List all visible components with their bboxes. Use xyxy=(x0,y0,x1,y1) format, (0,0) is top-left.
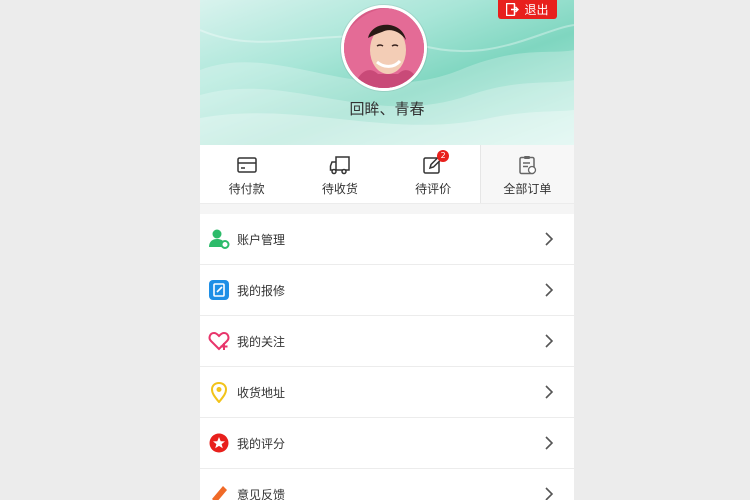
order-label: 待付款 xyxy=(228,182,265,196)
order-pending-review[interactable]: 2 待评价 xyxy=(387,145,480,203)
location-pin-icon xyxy=(210,381,228,403)
order-label: 全部订单 xyxy=(503,182,552,196)
menu-label: 我的关注 xyxy=(237,334,286,349)
edit-icon-wrap: 2 xyxy=(422,150,450,176)
review-count-badge: 2 xyxy=(437,150,450,162)
menu-item-follow[interactable]: 我的关注 xyxy=(200,316,574,367)
order-shortcuts: 待付款 待收货 2 待评价 全部订单 xyxy=(200,145,574,204)
card-icon xyxy=(236,157,257,173)
menu-label: 账户管理 xyxy=(237,232,286,247)
menu-item-rating[interactable]: 我的评分 xyxy=(200,418,574,469)
chevron-right-icon xyxy=(545,232,554,246)
heart-plus-icon xyxy=(208,331,230,351)
menu-item-repair[interactable]: 我的报修 xyxy=(200,265,574,316)
avatar-image xyxy=(344,8,424,88)
menu-label: 我的报修 xyxy=(237,283,286,298)
order-all[interactable]: 全部订单 xyxy=(479,145,574,203)
truck-icon xyxy=(329,156,350,175)
profile-header: 退出 回眸、青春 xyxy=(200,0,574,145)
order-label: 待收货 xyxy=(321,182,358,196)
chevron-right-icon xyxy=(545,487,554,500)
menu-item-account[interactable]: 账户管理 xyxy=(200,214,574,265)
chevron-right-icon xyxy=(545,334,554,348)
profile-screen: 退出 回眸、青春 待付款 待收货 2 待评价 全部订单 账户管理 我的报修 我的… xyxy=(200,0,574,500)
logout-label: 退出 xyxy=(524,3,549,17)
star-icon xyxy=(209,433,229,453)
order-pending-payment[interactable]: 待付款 xyxy=(200,145,293,203)
logout-icon xyxy=(506,3,520,16)
menu-item-feedback[interactable]: 意见反馈 xyxy=(200,469,574,500)
menu-item-address[interactable]: 收货地址 xyxy=(200,367,574,418)
menu-list: 账户管理 我的报修 我的关注 收货地址 我的评分 意见反馈 xyxy=(200,214,574,500)
chevron-right-icon xyxy=(545,385,554,399)
chevron-right-icon xyxy=(545,436,554,450)
order-pending-receipt[interactable]: 待收货 xyxy=(293,145,386,203)
order-label: 待评价 xyxy=(415,182,452,196)
logout-button[interactable]: 退出 xyxy=(498,0,557,19)
menu-label: 我的评分 xyxy=(237,436,286,451)
user-settings-icon xyxy=(209,229,230,249)
repair-doc-icon xyxy=(209,280,229,300)
avatar[interactable] xyxy=(341,5,427,91)
clipboard-icon xyxy=(519,156,537,175)
pencil-icon xyxy=(212,486,227,500)
menu-label: 意见反馈 xyxy=(237,487,286,500)
username: 回眸、青春 xyxy=(349,100,425,118)
menu-label: 收货地址 xyxy=(237,385,286,400)
chevron-right-icon xyxy=(545,283,554,297)
